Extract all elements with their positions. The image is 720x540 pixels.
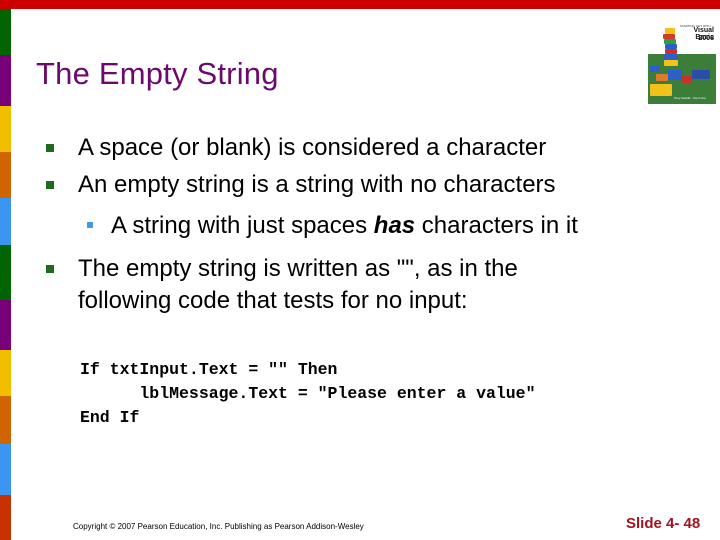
lego-brick xyxy=(664,60,678,66)
bullet-square-icon xyxy=(46,144,54,152)
emphasis-text: has xyxy=(373,212,416,239)
stripe-segment xyxy=(0,350,11,396)
stripe-segment xyxy=(0,444,11,495)
bullet-item-continuation: following code that tests for no input: xyxy=(78,287,468,314)
lego-brick xyxy=(692,70,710,79)
code-line: If txtInput.Text = "" Then xyxy=(80,360,338,379)
copyright-footer: Copyright © 2007 Pearson Education, Inc.… xyxy=(73,522,364,531)
lego-brick xyxy=(650,84,672,96)
stripe-segment xyxy=(0,55,11,106)
stripe-segment xyxy=(0,300,11,350)
stripe-segment xyxy=(0,495,11,540)
code-block: If txtInput.Text = "" Then lblMessage.Te… xyxy=(80,358,535,430)
sub-bullet-square-icon xyxy=(87,222,93,228)
bullet-item: A space (or blank) is considered a chara… xyxy=(78,134,547,161)
lego-brick xyxy=(682,76,692,83)
slide-number: Slide 4- 48 xyxy=(626,515,701,532)
top-accent-bar xyxy=(0,0,720,9)
lego-brick xyxy=(650,66,660,72)
stripe-segment xyxy=(0,396,11,444)
lego-brick xyxy=(668,70,682,80)
book-authors: Tony Gaddis · Kip Irvine xyxy=(674,96,706,100)
sub-bullet-text: A string with just spaces xyxy=(111,212,374,239)
slide-title: The Empty String xyxy=(36,56,279,91)
bullet-item: The empty string is written as "", as in… xyxy=(78,255,518,282)
stripe-segment xyxy=(0,152,11,198)
code-line: lblMessage.Text = "Please enter a value" xyxy=(80,384,536,403)
bullet-item: An empty string is a string with no char… xyxy=(78,171,556,198)
stripe-segment xyxy=(0,9,11,55)
sub-bullet-item: A string with just spaces has characters… xyxy=(111,212,578,240)
lego-brick xyxy=(656,74,668,81)
stripe-segment xyxy=(0,198,11,245)
bullet-square-icon xyxy=(46,181,54,189)
book-cover-image: STARTING OUT WITH Visual Basic 2008 Tony… xyxy=(648,18,716,104)
stripe-segment xyxy=(0,245,11,300)
sub-bullet-text: characters in it xyxy=(415,212,578,239)
book-year: 2008 xyxy=(698,35,714,42)
bullet-square-icon xyxy=(46,265,54,273)
code-line: End If xyxy=(80,408,140,427)
stripe-segment xyxy=(0,106,11,152)
